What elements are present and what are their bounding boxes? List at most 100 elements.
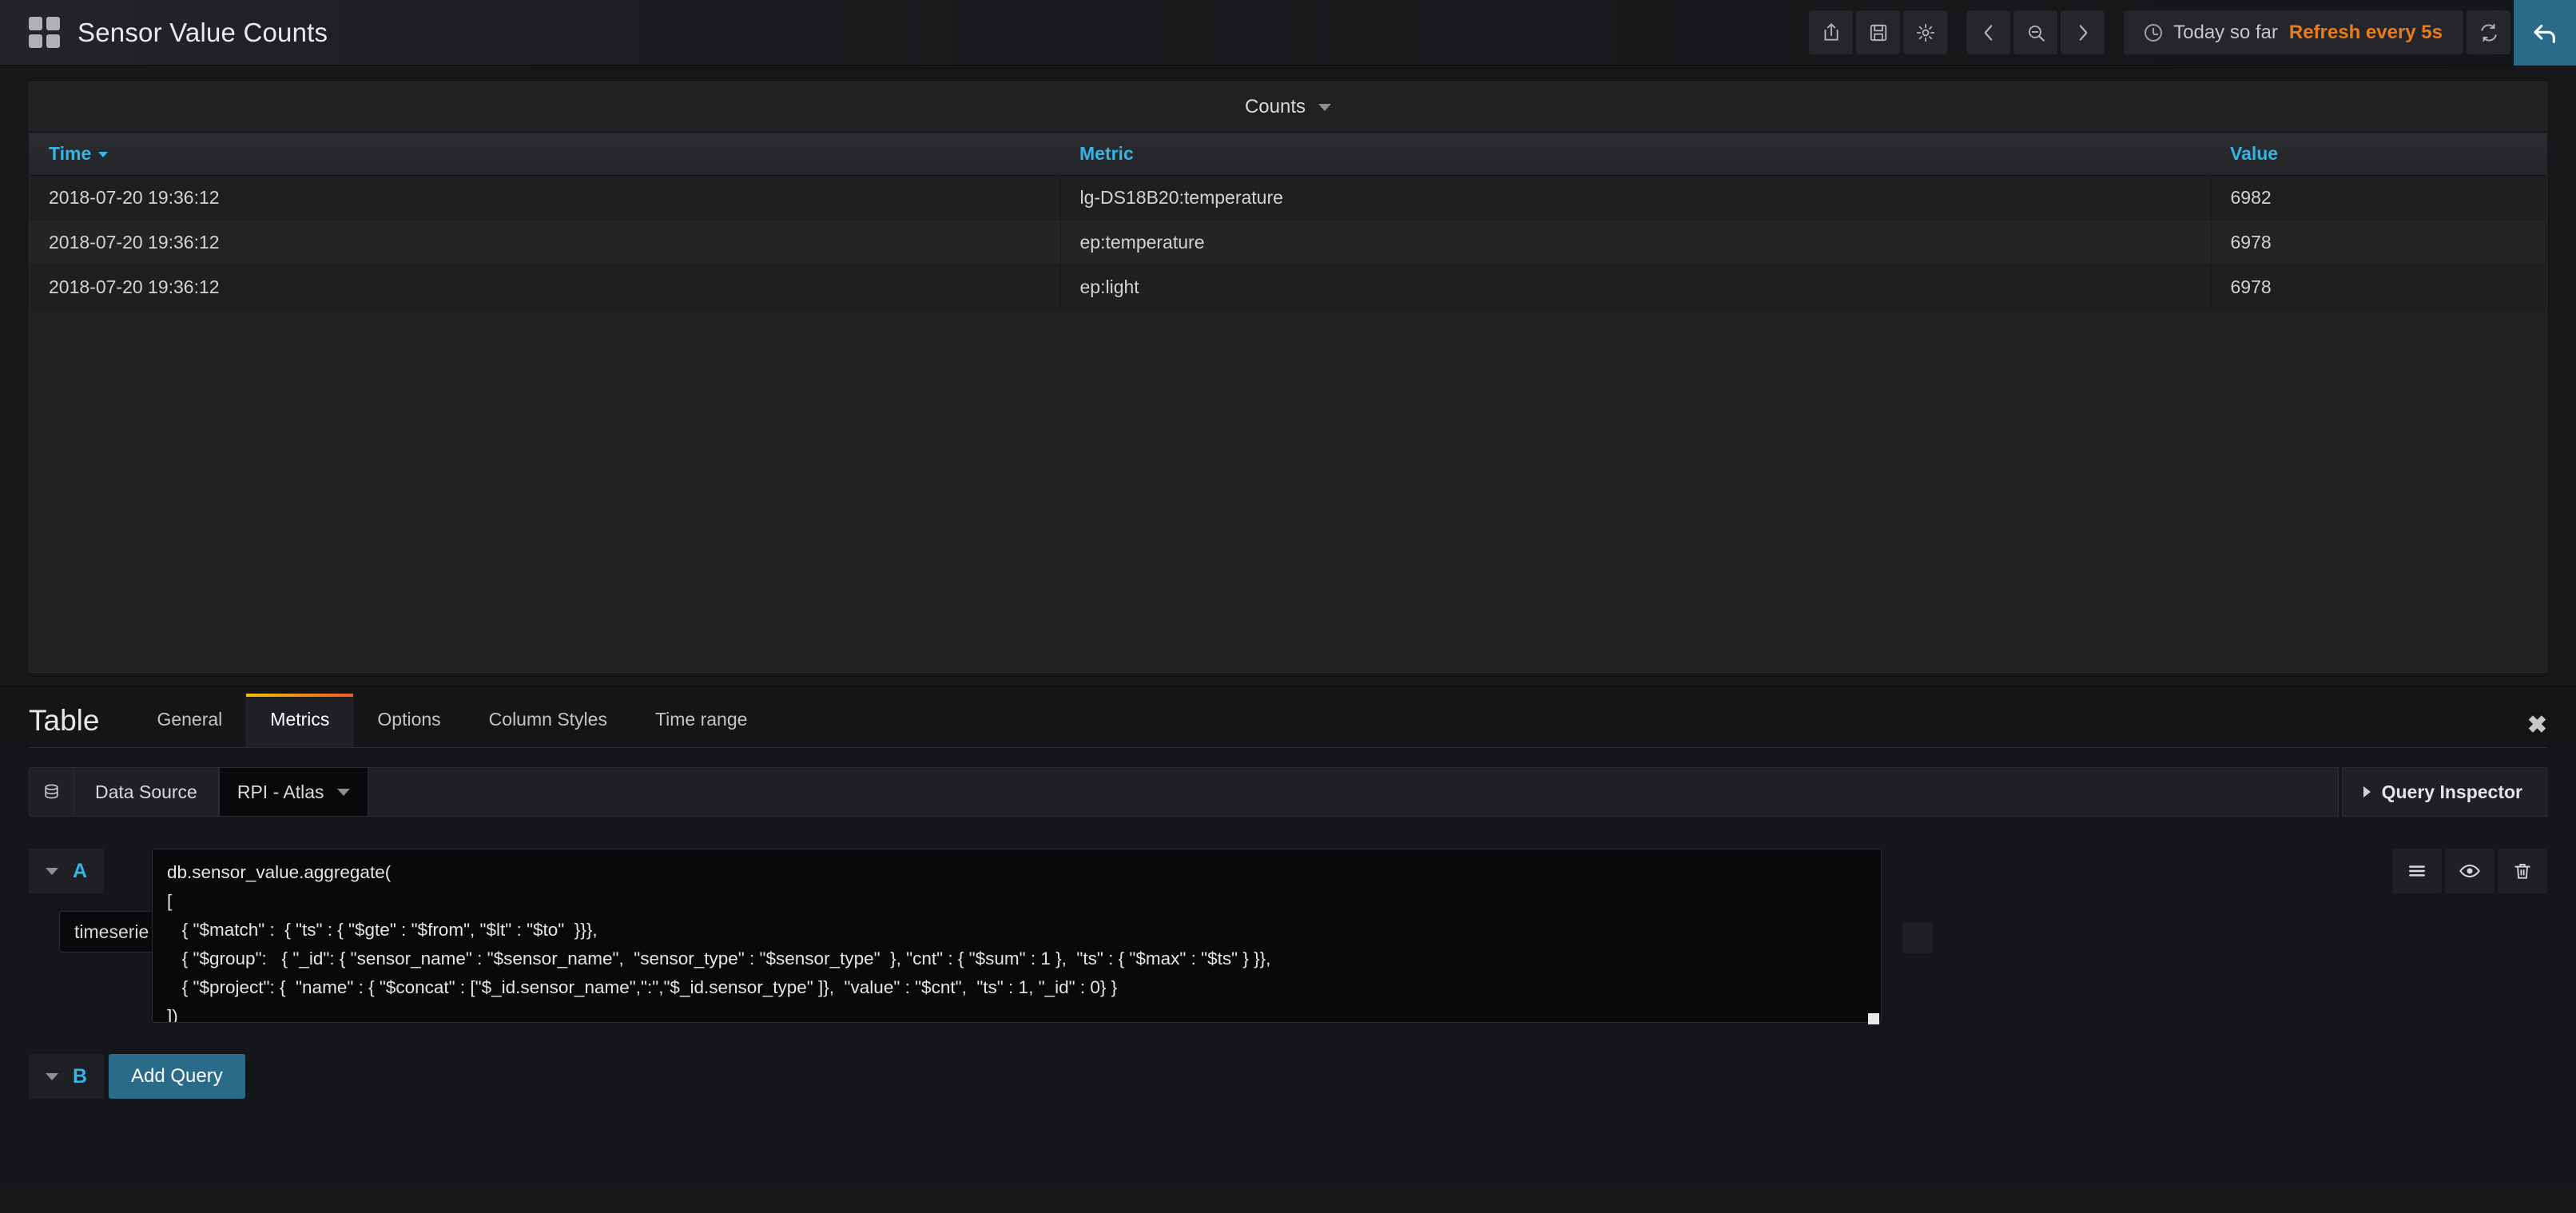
table-body: 2018-07-20 19:36:12 lg-DS18B20:temperatu… bbox=[30, 176, 2546, 310]
chevron-down-icon bbox=[46, 868, 58, 875]
query-menu-button[interactable] bbox=[2392, 849, 2442, 893]
cell-metric: ep:light bbox=[1060, 265, 2211, 310]
close-editor-button[interactable]: ✖ bbox=[2527, 711, 2547, 747]
refresh-cycle-icon bbox=[2479, 22, 2499, 43]
share-icon bbox=[1821, 22, 1842, 43]
time-range-picker[interactable]: Today so far Refresh every 5s bbox=[2124, 10, 2463, 54]
cell-time: 2018-07-20 19:36:12 bbox=[30, 265, 1060, 310]
datasource-spacer bbox=[368, 767, 2339, 817]
time-range-label: Today so far bbox=[2173, 22, 2278, 44]
editor-heading: Table bbox=[29, 704, 99, 747]
top-navbar: Sensor Value Counts bbox=[0, 0, 2576, 66]
query-editor-wrap: db.sensor_value.aggregate( [ { "$match" … bbox=[152, 849, 1882, 1027]
panel-editor: Table General Metrics Options Column Sty… bbox=[0, 686, 2576, 1181]
chevron-down-icon bbox=[46, 1073, 58, 1080]
table-header: Time Metric Value bbox=[30, 133, 2546, 176]
chevron-down-icon bbox=[337, 789, 350, 796]
cell-value: 6978 bbox=[2211, 221, 2546, 265]
table-panel: Counts Time Metric Value bbox=[29, 82, 2547, 673]
query-a-toggle[interactable]: A bbox=[29, 849, 104, 893]
time-navigation-buttons bbox=[1966, 10, 2105, 54]
column-header-value-label: Value bbox=[2230, 143, 2278, 164]
save-floppy-icon bbox=[1868, 22, 1889, 43]
tab-general[interactable]: General bbox=[133, 694, 246, 747]
table-header-row: Time Metric Value bbox=[30, 133, 2546, 176]
table-row[interactable]: 2018-07-20 19:36:12 ep:light 6978 bbox=[30, 265, 2546, 310]
query-a-format-wrap: timeserie table bbox=[59, 911, 131, 953]
query-spacer-box bbox=[1902, 923, 1933, 953]
share-dashboard-button[interactable] bbox=[1809, 10, 1853, 54]
cell-metric: ep:temperature bbox=[1060, 221, 2211, 265]
query-toggle-visibility-button[interactable] bbox=[2445, 849, 2495, 893]
chevron-left-icon bbox=[1978, 22, 1999, 43]
panel-title-menu[interactable]: Counts bbox=[1245, 96, 1331, 118]
query-a-letter: A bbox=[73, 860, 87, 883]
magnifier-minus-icon bbox=[2025, 22, 2046, 43]
textarea-resize-handle[interactable] bbox=[1868, 1013, 1879, 1024]
dashboard-action-buttons bbox=[1809, 10, 1947, 54]
cell-value: 6978 bbox=[2211, 265, 2546, 310]
editor-content: Data Source RPI - Atlas Query Inspector … bbox=[0, 767, 2576, 1181]
time-shift-back-button[interactable] bbox=[1966, 10, 2010, 54]
query-inspector-toggle[interactable]: Query Inspector bbox=[2342, 767, 2547, 817]
chevron-right-icon bbox=[2363, 786, 2371, 797]
save-dashboard-button[interactable] bbox=[1856, 10, 1900, 54]
hamburger-icon bbox=[2407, 861, 2427, 881]
table-row[interactable]: 2018-07-20 19:36:12 ep:temperature 6978 bbox=[30, 221, 2546, 265]
navbar-actions: Today so far Refresh every 5s bbox=[1809, 0, 2576, 66]
panel-container: Counts Time Metric Value bbox=[0, 66, 2576, 673]
clock-icon bbox=[2145, 24, 2162, 42]
query-action-buttons bbox=[2392, 849, 2547, 893]
datasource-icon-box bbox=[29, 767, 74, 817]
query-row-a: A timeserie table db.sensor_value.aggreg… bbox=[29, 849, 2547, 1027]
query-row-b: B Add Query bbox=[29, 1054, 2547, 1099]
cell-time: 2018-07-20 19:36:12 bbox=[30, 221, 1060, 265]
time-shift-forward-button[interactable] bbox=[2061, 10, 2105, 54]
query-b-letter: B bbox=[73, 1065, 87, 1088]
results-table: Time Metric Value 2018-07-20 19:36:12 lg… bbox=[30, 132, 2546, 310]
panel-title-text: Counts bbox=[1245, 96, 1306, 118]
table-empty-space bbox=[30, 310, 2546, 672]
refresh-interval-label: Refresh every 5s bbox=[2289, 22, 2443, 44]
add-query-button[interactable]: Add Query bbox=[109, 1054, 245, 1099]
datasource-select[interactable]: RPI - Atlas bbox=[219, 767, 368, 817]
gear-icon bbox=[1915, 22, 1936, 43]
database-icon bbox=[42, 782, 62, 802]
editor-tab-bar: Table General Metrics Options Column Sty… bbox=[0, 686, 2576, 747]
datasource-selected-value: RPI - Atlas bbox=[237, 781, 324, 803]
query-b-toggle[interactable]: B bbox=[29, 1054, 104, 1099]
tab-time-range[interactable]: Time range bbox=[631, 694, 771, 747]
column-header-metric[interactable]: Metric bbox=[1060, 133, 2211, 176]
column-header-time[interactable]: Time bbox=[30, 133, 1060, 176]
grid-squares-icon[interactable] bbox=[29, 17, 60, 48]
datasource-row: Data Source RPI - Atlas Query Inspector bbox=[29, 767, 2547, 817]
dashboard-brand: Sensor Value Counts bbox=[29, 17, 328, 48]
tab-options[interactable]: Options bbox=[353, 694, 464, 747]
eye-icon bbox=[2459, 860, 2481, 882]
query-text-input[interactable]: db.sensor_value.aggregate( [ { "$match" … bbox=[152, 849, 1882, 1023]
query-a-left-controls: A timeserie table bbox=[29, 849, 131, 1027]
chevron-right-icon bbox=[2073, 22, 2093, 43]
back-to-dashboard-button[interactable] bbox=[2514, 0, 2576, 66]
zoom-out-button[interactable] bbox=[2013, 10, 2057, 54]
sort-descending-icon bbox=[98, 152, 108, 157]
refresh-dashboard-button[interactable] bbox=[2467, 10, 2510, 54]
query-inspector-label: Query Inspector bbox=[2382, 781, 2522, 803]
cell-value: 6982 bbox=[2211, 176, 2546, 221]
panel-header: Counts bbox=[30, 82, 2546, 132]
tab-divider bbox=[29, 747, 2547, 748]
tab-column-styles[interactable]: Column Styles bbox=[465, 694, 631, 747]
column-header-value[interactable]: Value bbox=[2211, 133, 2546, 176]
trash-icon bbox=[2512, 861, 2533, 881]
column-header-metric-label: Metric bbox=[1079, 143, 1134, 164]
page-title: Sensor Value Counts bbox=[78, 18, 328, 48]
dashboard-settings-button[interactable] bbox=[1903, 10, 1947, 54]
back-arrow-icon bbox=[2531, 19, 2558, 46]
table-row[interactable]: 2018-07-20 19:36:12 lg-DS18B20:temperatu… bbox=[30, 176, 2546, 221]
column-header-time-label: Time bbox=[49, 143, 91, 164]
tab-metrics[interactable]: Metrics bbox=[246, 694, 353, 747]
chevron-down-icon bbox=[1318, 104, 1331, 111]
query-remove-button[interactable] bbox=[2498, 849, 2547, 893]
cell-time: 2018-07-20 19:36:12 bbox=[30, 176, 1060, 221]
datasource-label: Data Source bbox=[74, 767, 219, 817]
